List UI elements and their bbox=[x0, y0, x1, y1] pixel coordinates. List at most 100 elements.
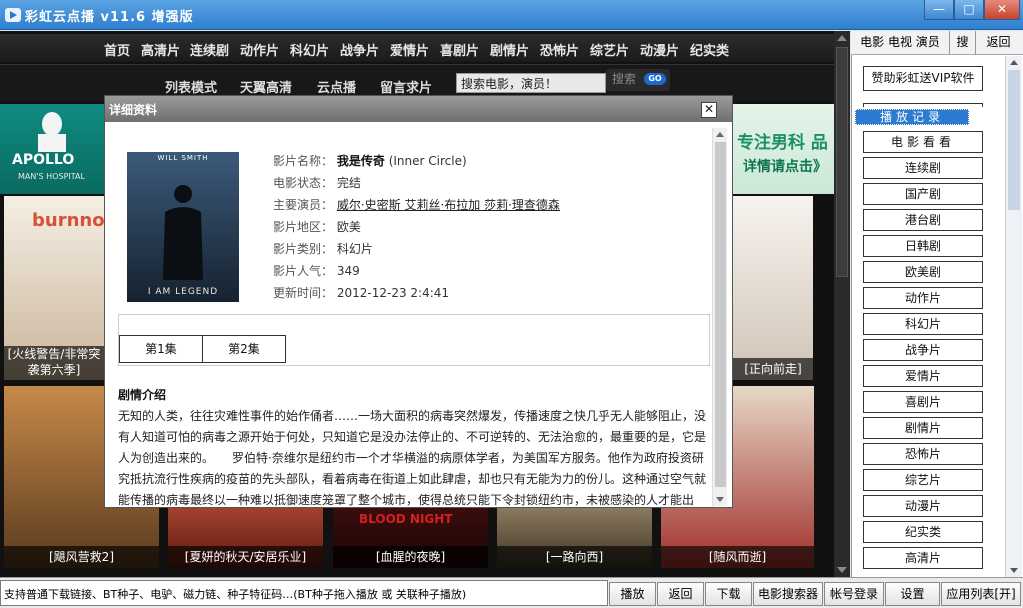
field-genre: 影片类别： 科幻片 bbox=[273, 242, 373, 256]
search-button[interactable]: 搜索 GO bbox=[606, 69, 670, 91]
movie-popularity: 349 bbox=[336, 264, 360, 278]
category-action[interactable]: 动作片 bbox=[863, 287, 983, 309]
dialog-scroll-down-icon[interactable] bbox=[716, 497, 724, 502]
category-anime[interactable]: 动漫片 bbox=[863, 495, 983, 517]
details-dialog: 详细资料 ✕ WILL SMITH I AM LEGEND 影片名称： 我是传奇… bbox=[104, 95, 733, 508]
nav-request-movie[interactable]: 留言求片 bbox=[380, 77, 432, 96]
nav-item-action[interactable]: 动作片 bbox=[240, 40, 279, 59]
field-name: 影片名称： 我是传奇 (Inner Circle) bbox=[273, 154, 467, 168]
dialog-title: 详细资料 bbox=[109, 103, 158, 117]
tab-movie-tv-actor[interactable]: 电影 电视 演员 bbox=[851, 31, 949, 55]
nav-item-scifi[interactable]: 科幻片 bbox=[290, 40, 329, 59]
settings-button[interactable]: 设置 bbox=[885, 582, 940, 606]
movie-region: 欧美 bbox=[336, 220, 361, 234]
plot-text: 无知的人类，往往灾难性事件的始作俑者……一场大面积的病毒突然爆发，传播速度之快几… bbox=[118, 409, 707, 507]
field-cast: 主要演员： 威尔·史密斯 艾莉丝·布拉加 莎莉·理查德森 bbox=[273, 198, 560, 212]
right-panel-tabs: 电影 电视 演员 搜 返回 bbox=[851, 31, 1023, 55]
dialog-close-button[interactable]: ✕ bbox=[701, 102, 717, 118]
category-documentary[interactable]: 纪实类 bbox=[863, 521, 983, 543]
poster-logo: BLOOD NIGHT bbox=[359, 512, 453, 526]
nav-item-drama[interactable]: 剧情片 bbox=[490, 40, 529, 59]
category-hk-tw[interactable]: 港台剧 bbox=[863, 209, 983, 231]
category-horror[interactable]: 恐怖片 bbox=[863, 443, 983, 465]
window-title: 彩虹云点播 v11.6 增强版 bbox=[25, 10, 194, 25]
poster-lost-in-west[interactable]: [一路向西] bbox=[497, 508, 652, 568]
nav-item-variety[interactable]: 综艺片 bbox=[590, 40, 629, 59]
vip-sponsor-button[interactable]: 赞助彩虹送VIP软件 bbox=[863, 66, 983, 91]
search-button-label: 搜索 bbox=[612, 72, 637, 86]
ad-banner-right[interactable]: 专注男科 品 详情请点击》 bbox=[733, 104, 834, 194]
category-jp-kr[interactable]: 日韩剧 bbox=[863, 235, 983, 257]
right-panel-scrollbar[interactable] bbox=[1005, 56, 1022, 577]
movie-status: 完结 bbox=[336, 176, 361, 190]
category-variety[interactable]: 综艺片 bbox=[863, 469, 983, 491]
nav-item-documentary[interactable]: 纪实类 bbox=[690, 40, 729, 59]
figure-silhouette-icon bbox=[163, 185, 203, 280]
minimize-button[interactable]: — bbox=[924, 0, 954, 20]
app-play-icon bbox=[5, 8, 21, 22]
download-button[interactable]: 下载 bbox=[705, 582, 752, 606]
poster-caption: [正向前走] bbox=[733, 358, 813, 380]
play-button[interactable]: 播放 bbox=[609, 582, 656, 606]
dialog-scrollbar[interactable] bbox=[712, 128, 727, 506]
poster-logo: burnno bbox=[32, 210, 104, 231]
nav-list-mode[interactable]: 列表模式 bbox=[165, 77, 217, 96]
category-hd[interactable]: 高清片 bbox=[863, 547, 983, 569]
app-list-button[interactable]: 应用列表[开] bbox=[941, 582, 1021, 606]
nav-item-romance[interactable]: 爱情片 bbox=[390, 40, 429, 59]
category-series[interactable]: 连续剧 bbox=[863, 157, 983, 179]
category-western[interactable]: 欧美剧 bbox=[863, 261, 983, 283]
nav-item-hd[interactable]: 高清片 bbox=[141, 40, 180, 59]
tab-search[interactable]: 搜 bbox=[949, 31, 975, 55]
search-input[interactable] bbox=[456, 73, 606, 93]
statue-icon bbox=[38, 112, 66, 152]
dialog-header: 详细资料 ✕ bbox=[105, 96, 732, 122]
nav-item-horror[interactable]: 恐怖片 bbox=[540, 40, 579, 59]
movie-searcher-button[interactable]: 电影搜索器 bbox=[753, 582, 823, 606]
nav-item-comedy[interactable]: 喜剧片 bbox=[440, 40, 479, 59]
ad-banner-left[interactable]: APOLLO MAN'S HOSPITAL bbox=[0, 104, 104, 194]
scroll-thumb[interactable] bbox=[836, 47, 848, 277]
maximize-button[interactable]: □ bbox=[954, 0, 984, 20]
poster-summer-autumn[interactable]: [夏妍的秋天/安居乐业] bbox=[168, 508, 323, 568]
close-window-button[interactable]: ✕ bbox=[984, 0, 1020, 20]
category-drama[interactable]: 剧情片 bbox=[863, 417, 983, 439]
field-updated: 更新时间： 2012-12-23 2:4:41 bbox=[273, 286, 450, 300]
play-history-button[interactable]: 播放记录 bbox=[855, 109, 969, 125]
category-romance[interactable]: 爱情片 bbox=[863, 365, 983, 387]
nav-item-home[interactable]: 首页 bbox=[104, 40, 130, 59]
back-button[interactable]: 返回 bbox=[657, 582, 704, 606]
main-scrollbar[interactable] bbox=[834, 31, 850, 577]
category-domestic[interactable]: 国产剧 bbox=[863, 183, 983, 205]
category-war[interactable]: 战争片 bbox=[863, 339, 983, 361]
right-scroll-thumb[interactable] bbox=[1008, 70, 1020, 210]
dialog-scroll-up-icon[interactable] bbox=[716, 132, 724, 137]
nav-item-anime[interactable]: 动漫片 bbox=[640, 40, 679, 59]
movie-name-en: (Inner Circle) bbox=[388, 154, 467, 168]
category-comedy[interactable]: 喜剧片 bbox=[863, 391, 983, 413]
nav-cloud-vod[interactable]: 云点播 bbox=[317, 77, 356, 96]
watch-movies-button[interactable]: 电影看看 bbox=[863, 131, 983, 153]
apollo-sub: MAN'S HOSPITAL bbox=[18, 172, 85, 181]
nav-item-war[interactable]: 战争片 bbox=[340, 40, 379, 59]
nav-item-series[interactable]: 连续剧 bbox=[190, 40, 229, 59]
category-scifi[interactable]: 科幻片 bbox=[863, 313, 983, 335]
account-login-button[interactable]: 帐号登录 bbox=[824, 582, 884, 606]
poster-forward[interactable]: [正向前走] bbox=[733, 196, 813, 380]
cover-bottom-text: I AM LEGEND bbox=[147, 287, 219, 297]
episode-button-2[interactable]: 第2集 bbox=[202, 335, 286, 363]
right-scroll-down-icon[interactable] bbox=[1010, 568, 1018, 573]
nav-tianyi-hd[interactable]: 天翼高清 bbox=[240, 77, 292, 96]
ad-right-line1: 专注男科 品 bbox=[737, 133, 828, 153]
title-bar: 彩虹云点播 v11.6 增强版 — □ ✕ bbox=[0, 0, 1023, 30]
poster-caption: [夏妍的秋天/安居乐业] bbox=[168, 546, 323, 568]
dialog-scroll-thumb[interactable] bbox=[715, 142, 726, 487]
tab-back[interactable]: 返回 bbox=[975, 31, 1021, 55]
poster-burn-notice[interactable]: burnno [火线警告/非常突袭第六季] bbox=[4, 196, 104, 380]
scroll-up-icon[interactable] bbox=[837, 35, 847, 41]
movie-cast-link[interactable]: 威尔·史密斯 艾莉丝·布拉加 莎莉·理查德森 bbox=[337, 198, 560, 212]
scroll-down-icon[interactable] bbox=[837, 567, 847, 573]
poster-blood-night[interactable]: BLOOD NIGHT [血腥的夜晚] bbox=[333, 508, 488, 568]
episode-button-1[interactable]: 第1集 bbox=[119, 335, 203, 363]
right-scroll-up-icon[interactable] bbox=[1010, 60, 1018, 65]
